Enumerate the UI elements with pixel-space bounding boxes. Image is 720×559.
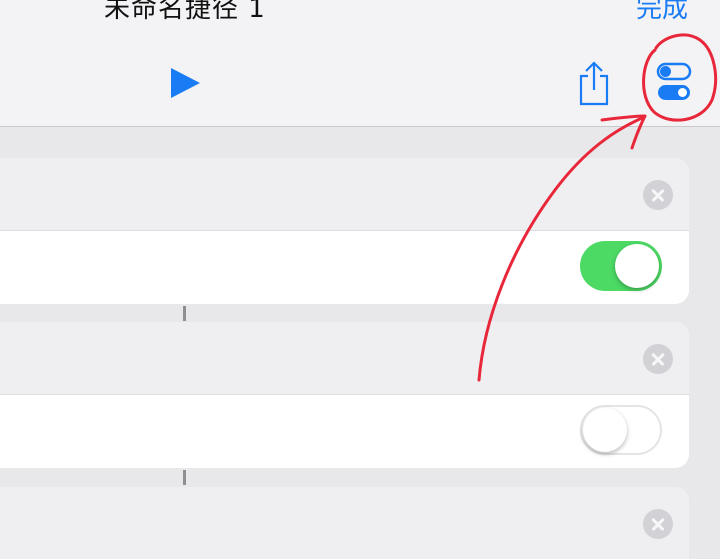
settings-toggles-icon xyxy=(656,62,692,100)
play-button[interactable] xyxy=(168,66,202,100)
toggle-knob xyxy=(583,408,627,452)
toggle-switch[interactable] xyxy=(580,241,662,291)
action-card-header xyxy=(0,322,689,395)
page-title: 未命名捷径 1 xyxy=(104,0,266,24)
close-icon[interactable] xyxy=(643,509,673,539)
close-icon[interactable] xyxy=(643,344,673,374)
action-card-body xyxy=(0,231,689,304)
settings-button[interactable] xyxy=(652,58,694,104)
play-icon xyxy=(171,68,200,98)
action-card xyxy=(0,158,689,304)
done-button[interactable]: 完成 xyxy=(636,0,688,25)
action-card-body xyxy=(0,395,689,468)
action-connector xyxy=(183,470,186,485)
share-icon xyxy=(579,61,609,106)
action-connector xyxy=(183,306,186,321)
shortcut-editor-header: 未命名捷径 1 完成 xyxy=(0,0,720,127)
action-card-header xyxy=(0,487,689,559)
toggle-knob xyxy=(615,244,659,288)
close-icon[interactable] xyxy=(643,180,673,210)
toggle-switch[interactable] xyxy=(580,405,662,455)
action-card xyxy=(0,487,689,559)
action-card xyxy=(0,322,689,468)
action-card-header xyxy=(0,158,689,231)
share-button[interactable] xyxy=(576,60,612,106)
